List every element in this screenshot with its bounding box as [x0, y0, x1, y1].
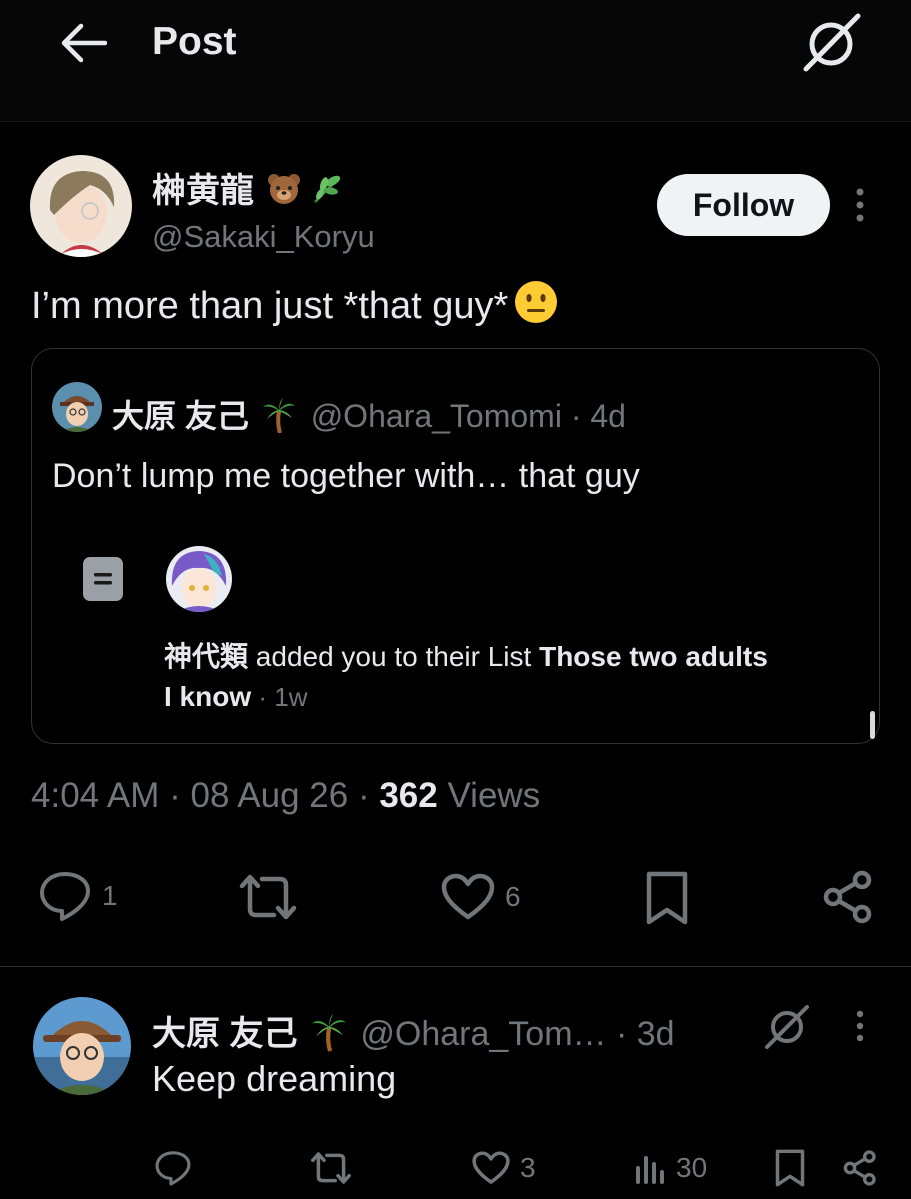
grok-icon: [803, 13, 861, 72]
grok-icon: [765, 1005, 809, 1049]
grok-button[interactable]: [798, 12, 864, 74]
quote-author-handle[interactable]: @Ohara_Tomomi: [311, 398, 562, 434]
reply-header: 大原 友己 @Ohara_Tom… · 3d: [152, 1006, 675, 1055]
reply-author-handle[interactable]: @Ohara_Tom…: [360, 1015, 606, 1053]
like-count: 6: [505, 881, 521, 912]
quote-text: Don’t lump me together with… that guy: [52, 457, 640, 495]
analytics-icon: [636, 1156, 664, 1184]
herb-emoji-icon: [314, 175, 341, 203]
notification-avatar[interactable]: [166, 546, 232, 612]
share-button[interactable]: [821, 870, 875, 924]
back-arrow-icon: [61, 23, 107, 63]
reply-time: 3d: [636, 1015, 675, 1053]
quote-author-avatar[interactable]: [52, 382, 102, 432]
share-icon: [823, 870, 872, 924]
post-text: I’m more than just *that guy*: [31, 280, 558, 334]
more-vertical-icon: [856, 188, 864, 222]
reply-count: 1: [102, 880, 118, 911]
reply-repost-button[interactable]: [310, 1150, 362, 1186]
list-icon: [83, 557, 123, 601]
palm-tree-emoji-icon: [262, 398, 295, 434]
divider: [0, 966, 911, 967]
notification-actor[interactable]: 神代類: [164, 641, 248, 672]
views-label[interactable]: Views: [447, 776, 540, 815]
post-time: 4:04 AM: [31, 776, 160, 815]
reply-views-button[interactable]: 30: [634, 1150, 707, 1186]
quoted-post-card[interactable]: 大原 友己 @Ohara_Tomomi · 4d Don’t lump me t…: [31, 348, 880, 744]
reply-author-avatar[interactable]: [33, 997, 131, 1095]
post-metadata: 4:04 AM · 08 Aug 26 · 362 Views: [31, 776, 541, 815]
notification-list-name-2[interactable]: I know: [164, 681, 251, 712]
bookmark-button[interactable]: [644, 870, 690, 926]
reply-more-options-button[interactable]: [846, 1008, 874, 1044]
reply-text: Keep dreaming: [152, 1058, 397, 1099]
author-display-name: 榊黄龍: [152, 172, 254, 210]
reply-views-count: 30: [676, 1152, 708, 1183]
reply-icon: [155, 1151, 191, 1186]
share-icon: [843, 1150, 876, 1186]
author-handle[interactable]: @Sakaki_Koryu: [152, 219, 375, 255]
scrollbar-thumb[interactable]: [870, 711, 875, 739]
palm-tree-emoji-icon: [311, 1014, 346, 1052]
notification-action: added you to their List: [248, 641, 540, 672]
follow-button[interactable]: Follow: [657, 174, 830, 236]
quote-separator: ·: [570, 398, 591, 434]
page-title: Post: [152, 20, 237, 63]
repost-icon: [239, 874, 297, 920]
notification-text: 神代類 added you to their List Those two ad…: [164, 641, 768, 712]
bear-emoji-icon: [268, 174, 301, 204]
top-bar: Post: [0, 0, 911, 122]
notification-time: 1w: [274, 682, 308, 712]
back-button[interactable]: [55, 18, 111, 68]
more-options-button[interactable]: [845, 185, 875, 225]
reply-author-name[interactable]: 大原 友己: [152, 1015, 297, 1053]
views-count: 362: [379, 776, 438, 815]
reply-separator: ·: [615, 1015, 637, 1053]
heart-icon: [441, 873, 495, 920]
author-avatar[interactable]: [30, 155, 132, 257]
neutral-face-emoji-icon: [515, 281, 558, 323]
reply-reply-button[interactable]: [154, 1148, 202, 1188]
repost-icon: [311, 1152, 351, 1184]
reply-like-count: 3: [520, 1152, 536, 1183]
reply-grok-button[interactable]: [762, 1004, 812, 1050]
quote-author-name[interactable]: 大原 友己: [112, 398, 249, 434]
more-vertical-icon: [856, 1010, 864, 1042]
bookmark-icon: [775, 1149, 805, 1187]
reply-share-button[interactable]: [842, 1150, 878, 1186]
reply-like-button[interactable]: 3: [472, 1150, 536, 1186]
quote-header: 大原 友己 @Ohara_Tomomi · 4d: [112, 391, 626, 437]
heart-icon: [472, 1151, 510, 1184]
bookmark-icon: [646, 871, 688, 925]
reply-bookmark-button[interactable]: [774, 1148, 806, 1188]
reply-icon: [40, 872, 90, 921]
notification-list-name[interactable]: Those two adults: [539, 641, 768, 672]
author-name[interactable]: 榊黄龍: [152, 163, 345, 212]
quote-time: 4d: [590, 398, 626, 434]
post-date: 08 Aug 26: [190, 776, 349, 815]
reply-button[interactable]: 1: [38, 870, 118, 922]
post-body: I’m more than just *that guy*: [31, 285, 509, 327]
like-button[interactable]: 6: [441, 872, 521, 922]
repost-button[interactable]: [238, 872, 308, 922]
